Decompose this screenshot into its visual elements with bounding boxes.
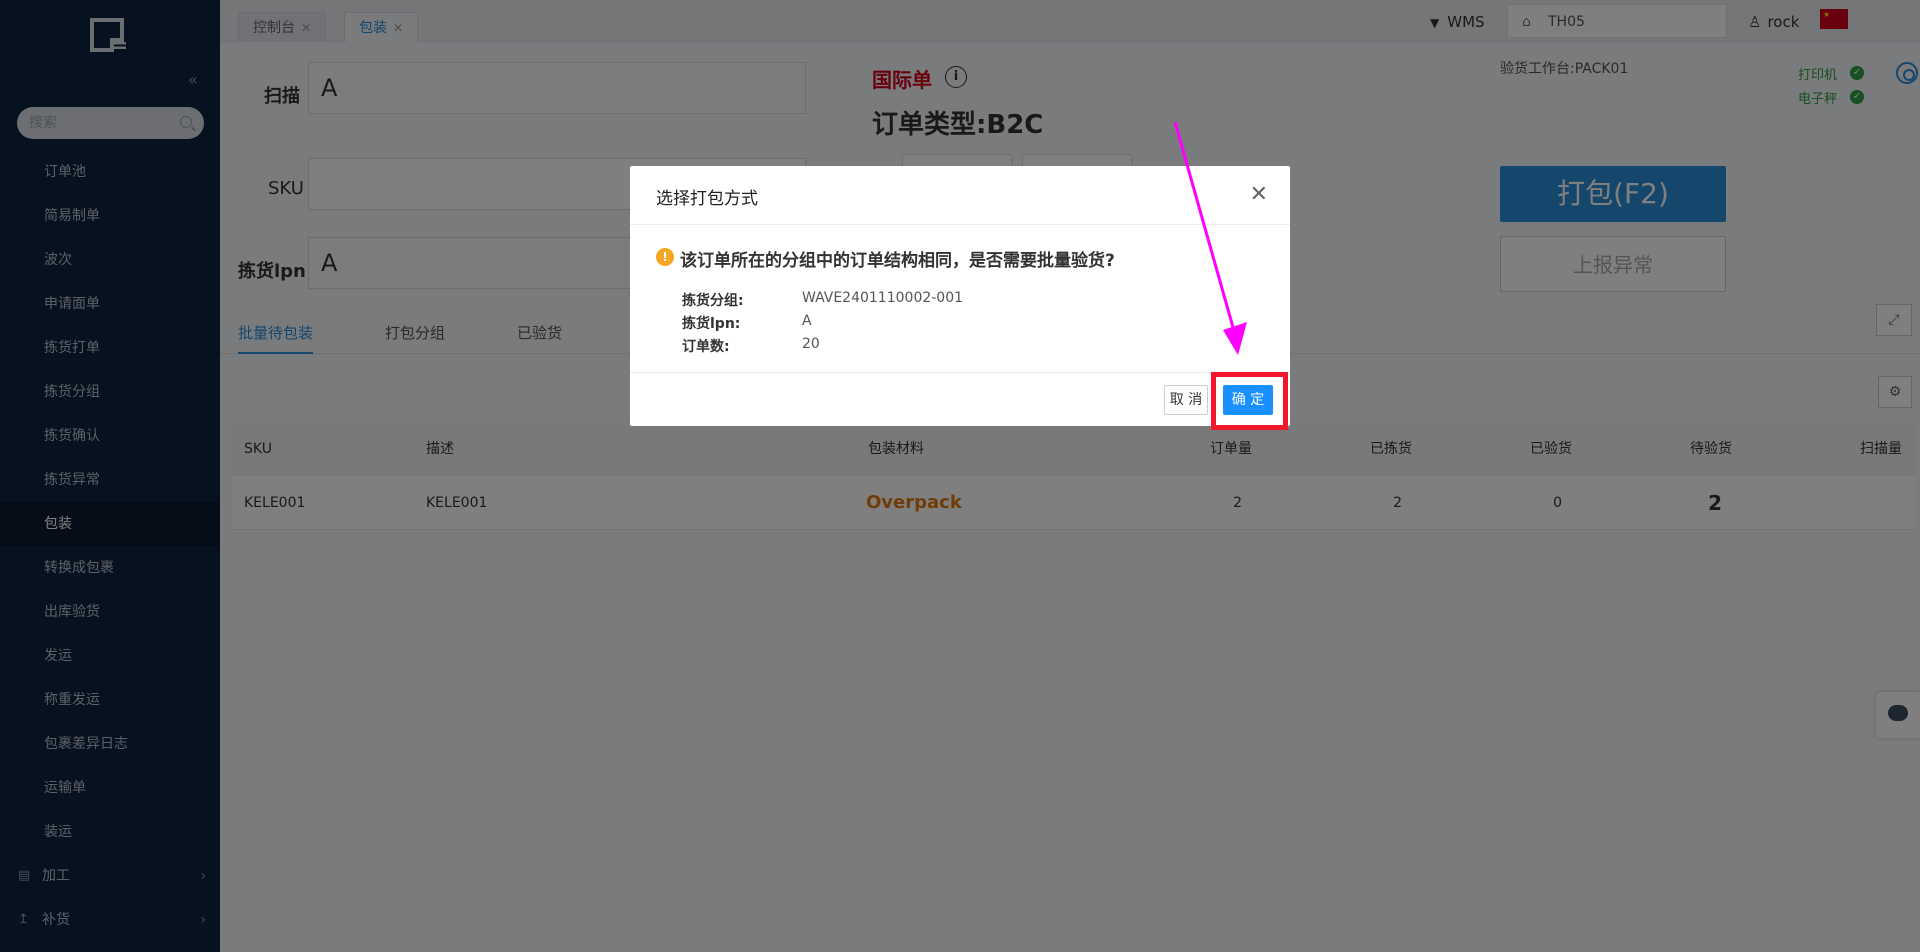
field-value: 20 <box>802 336 820 352</box>
divider <box>630 224 1290 225</box>
dialog-question: 该订单所在的分组中的订单结构相同，是否需要批量验货? <box>680 251 1115 271</box>
field-label: 拣货分组: <box>682 293 744 309</box>
divider <box>630 372 1290 373</box>
field-label: 订单数: <box>682 339 730 355</box>
modal-overlay[interactable] <box>0 0 1920 952</box>
warning-icon: ! <box>656 248 674 266</box>
field-value: A <box>802 313 812 329</box>
highlight-box <box>1211 372 1288 430</box>
dialog-title: 选择打包方式 <box>656 189 758 209</box>
pack-method-dialog: 选择打包方式 ✕ ! 该订单所在的分组中的订单结构相同，是否需要批量验货? 拣货… <box>630 166 1290 426</box>
close-icon[interactable]: ✕ <box>1250 182 1268 207</box>
field-value: WAVE2401110002-001 <box>802 290 964 306</box>
cancel-button[interactable]: 取 消 <box>1164 385 1208 415</box>
field-label: 拣货lpn: <box>682 316 741 332</box>
